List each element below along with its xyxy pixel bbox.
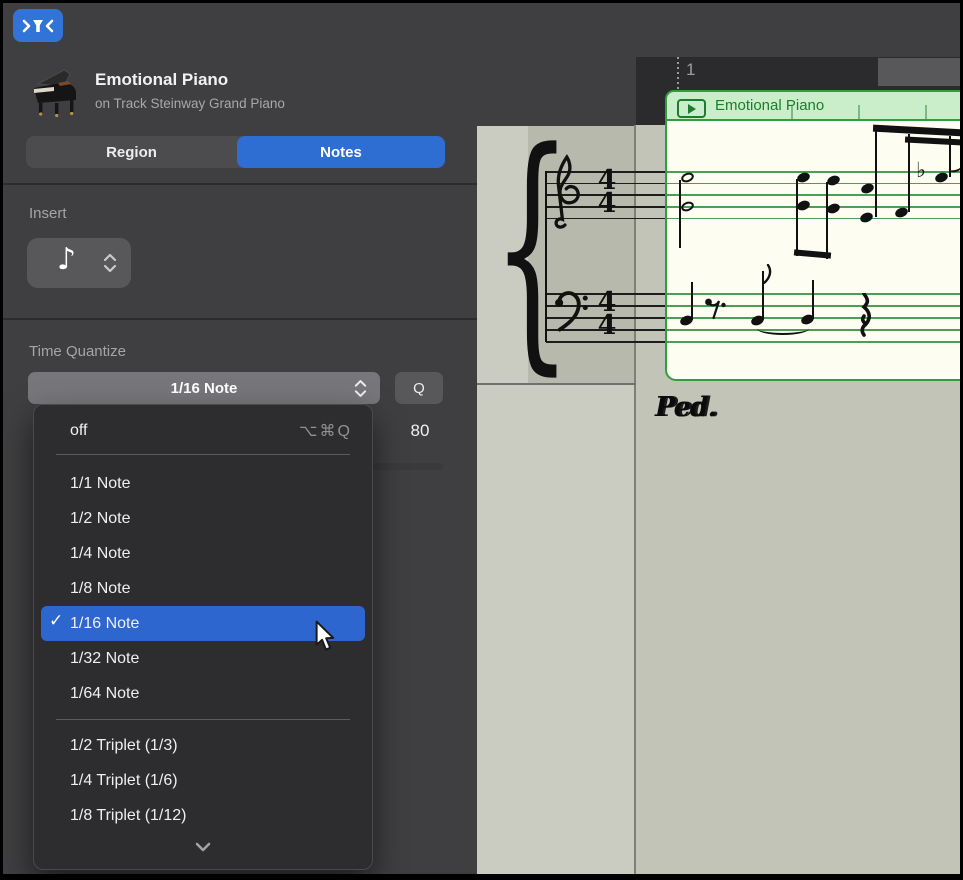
track-subtitle: on Track Steinway Grand Piano: [95, 96, 285, 111]
menu-separator: [56, 454, 350, 455]
menu-item[interactable]: 1/4 Triplet (1/6): [34, 763, 372, 798]
play-icon: [688, 104, 696, 114]
stepper-chevrons-icon: [103, 253, 117, 273]
mouse-cursor: [313, 620, 337, 652]
popup-chevrons-icon: [354, 379, 367, 398]
menu-item[interactable]: 1/2 Triplet (1/3): [34, 728, 372, 763]
garageband-score-editor: 1 { 4 4 4 4 Emotional Piano: [0, 0, 963, 880]
frame-edge: [0, 874, 963, 880]
note-stem: [908, 134, 910, 212]
pedal-mark: Ped.: [655, 392, 716, 423]
insert-note-value-button[interactable]: ♪: [27, 238, 131, 288]
staff-line: [667, 341, 963, 343]
score-margin-line: [634, 125, 636, 874]
region-name: Emotional Piano: [715, 97, 824, 114]
tab-notes[interactable]: Notes: [237, 136, 445, 168]
insert-label: Insert: [29, 205, 67, 222]
menu-item[interactable]: 1/2 Note: [34, 501, 372, 536]
note-stem: [826, 182, 828, 259]
beat-tick: [925, 105, 927, 119]
section-divider: [0, 318, 477, 320]
staff-line: [667, 293, 963, 295]
note-stem: [812, 280, 814, 319]
bar-number: 1: [686, 60, 695, 80]
region-play-button[interactable]: [677, 99, 706, 118]
eighth-note-icon: ♪: [57, 242, 76, 277]
eighth-rest-icon: [704, 297, 726, 321]
menu-item-off[interactable]: off ⌥⌘Q: [34, 413, 372, 448]
note-stem: [691, 282, 693, 320]
frame-edge: [0, 0, 3, 880]
quantize-strength-button[interactable]: Q: [395, 372, 443, 404]
frame-edge: [0, 0, 963, 3]
ruler-end-block: [878, 58, 963, 86]
menu-item[interactable]: 1/8 Note: [34, 571, 372, 606]
note-stem: [875, 131, 877, 217]
staff-line: [667, 194, 963, 196]
bass-clef-icon: [552, 287, 590, 333]
checkmark-icon: ✓: [49, 611, 63, 631]
time-quantize-label: Time Quantize: [29, 343, 126, 360]
staff-line: [667, 218, 963, 220]
menu-item[interactable]: 1/4 Note: [34, 536, 372, 571]
velocity-value: 80: [400, 421, 440, 441]
staff-line: [667, 183, 963, 185]
menu-item[interactable]: 1/64 Note: [34, 676, 372, 711]
track-title: Emotional Piano: [95, 70, 228, 90]
menu-item[interactable]: 1/8 Triplet (1/12): [34, 798, 372, 833]
grand-piano-icon: [24, 60, 82, 118]
eighth-flag-icon: [763, 264, 777, 284]
time-signature-bottom: 4: [594, 314, 620, 337]
region-notes-tabs: Region Notes: [26, 136, 445, 168]
menu-separator: [56, 719, 350, 720]
note-stem: [679, 180, 681, 248]
time-quantize-value: 1/16 Note: [171, 380, 238, 397]
tie: [757, 322, 809, 335]
region-header[interactable]: Emotional Piano: [665, 90, 963, 120]
midi-in-filter-icon: [22, 17, 54, 35]
staff-line: [667, 329, 963, 331]
menu-item[interactable]: 1/1 Note: [34, 466, 372, 501]
tab-region[interactable]: Region: [26, 136, 237, 168]
menu-shortcut: ⌥⌘Q: [299, 421, 352, 441]
quarter-rest-icon: [858, 293, 876, 337]
menu-scroll-more[interactable]: [34, 833, 372, 861]
note-stem: [796, 179, 798, 256]
chevron-down-icon: [195, 842, 211, 852]
beat-tick: [858, 105, 860, 119]
playhead-line[interactable]: [677, 57, 679, 92]
time-quantize-popup[interactable]: 1/16 Note: [28, 372, 380, 404]
treble-clef-icon: [551, 151, 584, 233]
midi-in-filter-button[interactable]: [13, 9, 63, 42]
flat-accidental: ♭: [916, 158, 926, 182]
staff-line: [667, 206, 963, 208]
time-signature-bottom: 4: [594, 192, 620, 215]
section-divider: [0, 183, 477, 185]
